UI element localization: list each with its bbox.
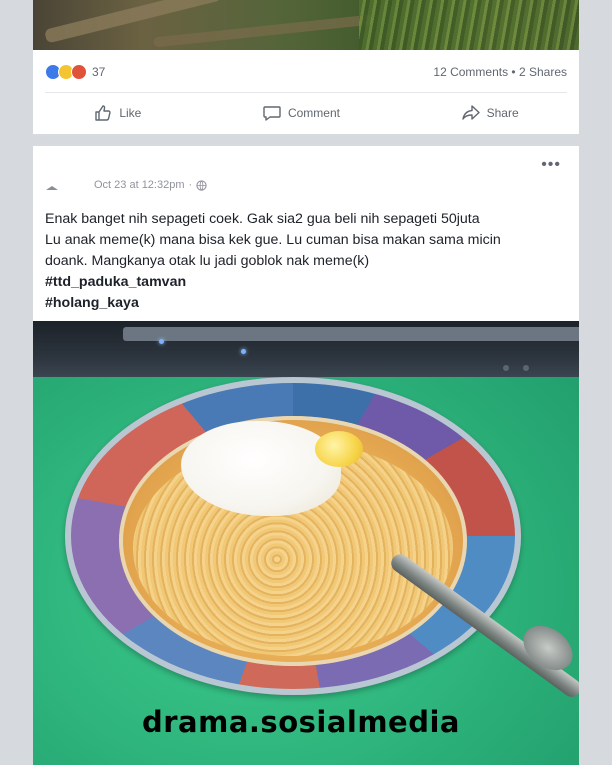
globe-icon [196, 179, 207, 191]
share-label: Share [486, 106, 519, 120]
post-body: Enak banget nih sepageti coek. Gak sia2 … [45, 209, 573, 314]
previous-post-photo[interactable] [33, 0, 579, 50]
watermark-text: drama.sosialmedia [142, 705, 460, 739]
comment-icon [263, 106, 281, 121]
post-text-line: Enak banget nih sepageti coek. Gak sia2 … [45, 211, 480, 227]
post-text-line: doank. Mangkanya otak lu jadi goblok nak… [45, 253, 370, 269]
like-label: Like [119, 106, 142, 120]
avatar[interactable] [43, 178, 63, 198]
comment-button[interactable]: Comment [262, 103, 340, 123]
reaction-count: 37 [92, 65, 106, 79]
share-button[interactable]: Share [461, 103, 519, 123]
post-card: ••• Oct 23 at 12:32pm · Enak banget nih … [33, 146, 579, 765]
previous-post-card: 37 12 Comments • 2 Shares Like Comment S… [33, 0, 579, 134]
hashtag-link[interactable]: #holang_kaya [45, 293, 573, 314]
more-options-icon[interactable]: ••• [541, 157, 561, 173]
share-icon [461, 105, 480, 120]
post-actions-bar: Like Comment Share [33, 100, 579, 126]
angry-reaction-icon [71, 64, 87, 80]
divider [45, 92, 567, 93]
like-button[interactable]: Like [93, 103, 141, 123]
post-text-line: Lu anak meme(k) mana bisa kek gue. Lu cu… [45, 232, 501, 248]
privacy-separator: · [188, 179, 193, 191]
thumbs-up-icon [95, 105, 111, 121]
reactions-summary[interactable]: 37 [45, 64, 105, 80]
comments-shares-count[interactable]: 12 Comments • 2 Shares [433, 65, 567, 79]
post-photo[interactable] [33, 321, 579, 765]
post-timestamp[interactable]: Oct 23 at 12:32pm · [94, 179, 207, 191]
comment-label: Comment [287, 106, 340, 120]
hashtag-link[interactable]: #ttd_paduka_tamvan [45, 272, 573, 293]
timestamp-text: Oct 23 at 12:32pm [94, 179, 185, 191]
